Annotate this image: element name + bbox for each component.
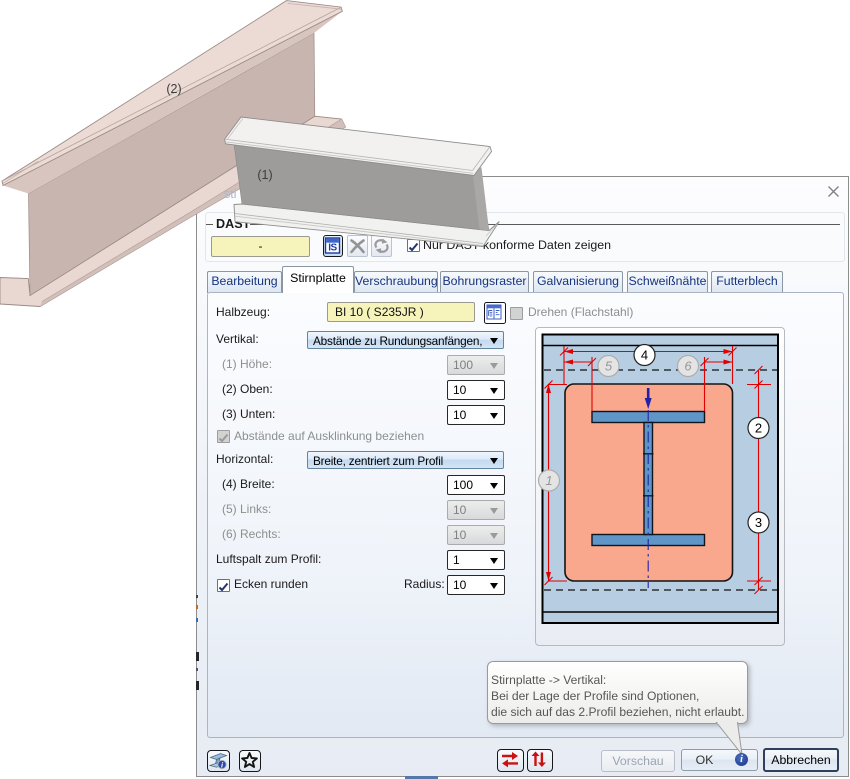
svg-text:(2): (2) xyxy=(166,82,181,96)
svg-text:4: 4 xyxy=(641,348,648,363)
svg-text:1: 1 xyxy=(545,473,552,488)
svg-text:2: 2 xyxy=(755,421,762,436)
svg-text:6: 6 xyxy=(684,359,692,374)
svg-text:3: 3 xyxy=(755,515,762,530)
svg-text:5: 5 xyxy=(605,359,613,374)
